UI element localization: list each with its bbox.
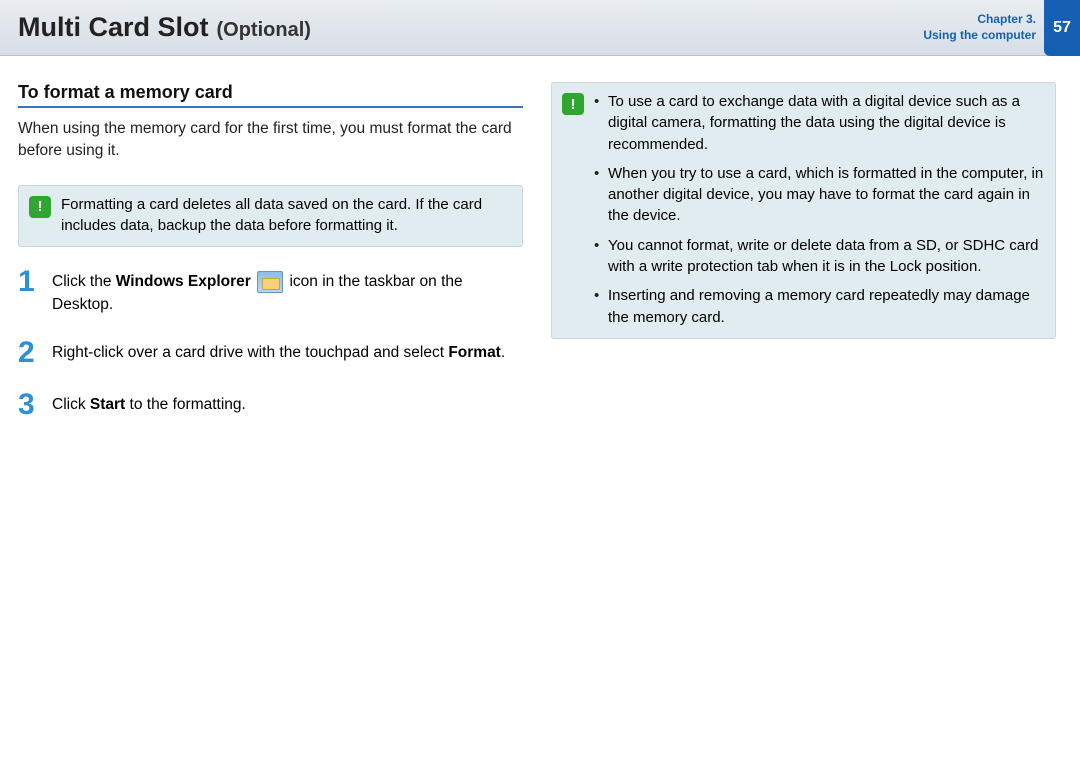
list-item: You cannot format, write or delete data … <box>594 235 1045 278</box>
page-number-badge: 57 <box>1044 0 1080 56</box>
section-title: To format a memory card <box>18 82 523 108</box>
alert-icon: ! <box>562 93 584 115</box>
step-body: Click Start to the formatting. <box>52 390 246 416</box>
step-number: 1 <box>18 267 40 297</box>
windows-explorer-icon <box>257 271 283 293</box>
chapter-info: Chapter 3. Using the computer <box>923 12 1044 43</box>
step-item: 1 Click the Windows Explorer icon in the… <box>18 267 523 317</box>
list-item: When you try to use a card, which is for… <box>594 163 1045 227</box>
step-number: 3 <box>18 390 40 420</box>
page-header: Multi Card Slot (Optional) Chapter 3. Us… <box>0 0 1080 56</box>
step-item: 2 Right-click over a card drive with the… <box>18 338 523 368</box>
steps-list: 1 Click the Windows Explorer icon in the… <box>18 267 523 421</box>
title-optional: (Optional) <box>217 19 311 42</box>
list-item: Inserting and removing a memory card rep… <box>594 285 1045 328</box>
intro-text: When using the memory card for the first… <box>18 118 523 163</box>
chapter-line1: Chapter 3. <box>923 12 1036 28</box>
header-right: Chapter 3. Using the computer 57 <box>923 0 1080 55</box>
step-number: 2 <box>18 338 40 368</box>
page-title: Multi Card Slot (Optional) <box>18 12 311 43</box>
step-item: 3 Click Start to the formatting. <box>18 390 523 420</box>
warning-box: ! Formatting a card deletes all data sav… <box>18 185 523 247</box>
right-column: ! To use a card to exchange data with a … <box>551 82 1056 442</box>
left-column: To format a memory card When using the m… <box>18 82 523 442</box>
list-item: To use a card to exchange data with a di… <box>594 91 1045 155</box>
step-body: Right-click over a card drive with the t… <box>52 338 505 364</box>
chapter-line2: Using the computer <box>923 28 1036 44</box>
title-main: Multi Card Slot <box>18 12 209 43</box>
warning-text: Formatting a card deletes all data saved… <box>61 194 512 236</box>
info-list: To use a card to exchange data with a di… <box>594 91 1045 328</box>
content-area: To format a memory card When using the m… <box>0 56 1080 442</box>
info-box: ! To use a card to exchange data with a … <box>551 82 1056 339</box>
info-list-container: To use a card to exchange data with a di… <box>594 91 1045 328</box>
step-body: Click the Windows Explorer icon in the t… <box>52 267 523 317</box>
alert-icon: ! <box>29 196 51 218</box>
